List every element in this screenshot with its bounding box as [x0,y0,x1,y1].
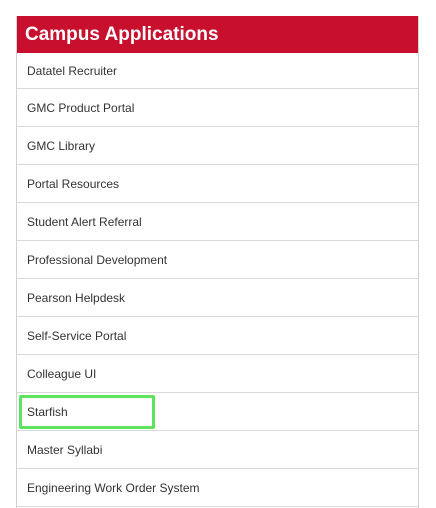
app-link-starfish[interactable]: Starfish [17,393,418,431]
app-link-datatel-recruiter[interactable]: Datatel Recruiter [17,53,418,89]
app-link-self-service-portal[interactable]: Self-Service Portal [17,317,418,355]
app-link-gmc-library[interactable]: GMC Library [17,127,418,165]
app-link-gmc-product-portal[interactable]: GMC Product Portal [17,89,418,127]
campus-applications-panel: Campus Applications Datatel Recruiter GM… [16,16,419,508]
app-link-label: Colleague UI [27,367,97,381]
app-link-pearson-helpdesk[interactable]: Pearson Helpdesk [17,279,418,317]
app-link-label: GMC Product Portal [27,101,135,115]
app-link-student-alert-referral[interactable]: Student Alert Referral [17,203,418,241]
app-link-portal-resources[interactable]: Portal Resources [17,165,418,203]
app-link-label: GMC Library [27,139,96,153]
app-link-label: Portal Resources [27,177,120,191]
app-link-master-syllabi[interactable]: Master Syllabi [17,431,418,469]
app-link-label: Student Alert Referral [27,215,142,229]
app-link-label: Datatel Recruiter [27,64,118,78]
app-link-label: Master Syllabi [27,443,103,457]
app-list: Datatel Recruiter GMC Product Portal GMC… [17,53,418,507]
panel-title: Campus Applications [17,16,418,53]
app-link-label: Professional Development [27,253,168,267]
app-link-professional-development[interactable]: Professional Development [17,241,418,279]
app-link-engineering-work-order-system[interactable]: Engineering Work Order System [17,469,418,507]
app-link-colleague-ui[interactable]: Colleague UI [17,355,418,393]
app-link-label: Pearson Helpdesk [27,291,126,305]
app-link-label: Engineering Work Order System [27,481,200,495]
app-link-label: Starfish [27,405,68,419]
app-link-label: Self-Service Portal [27,329,127,343]
